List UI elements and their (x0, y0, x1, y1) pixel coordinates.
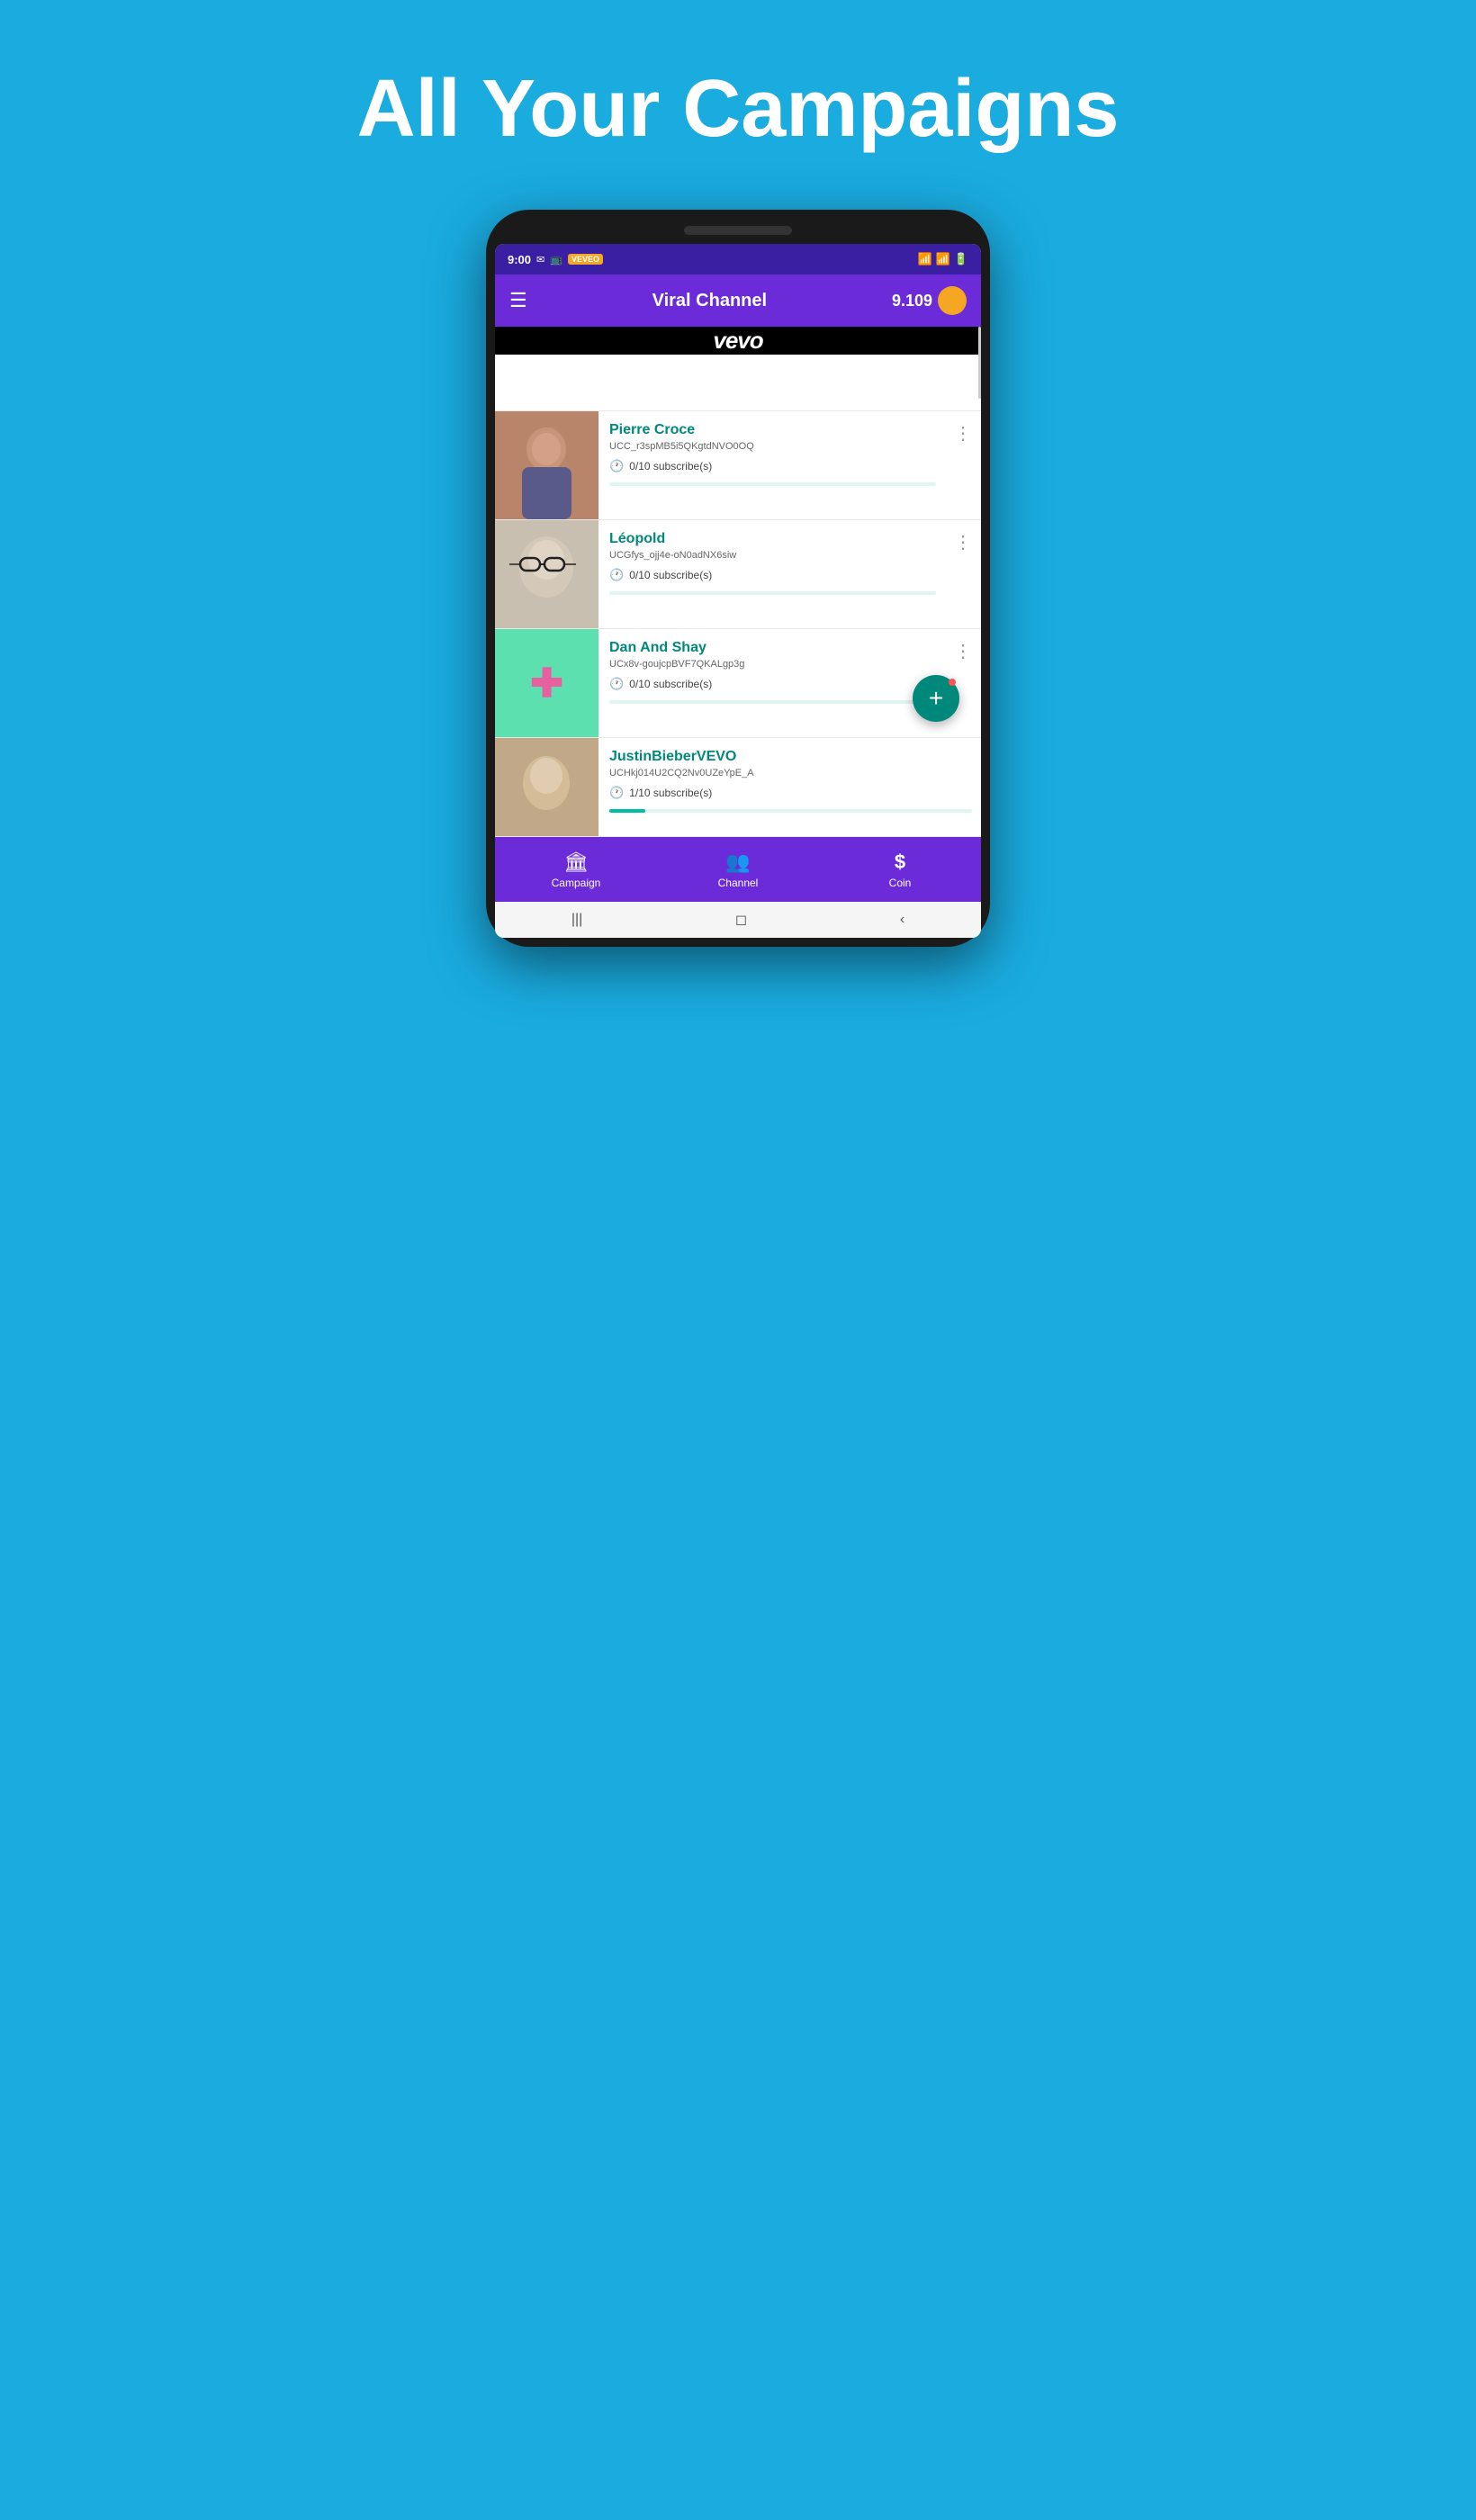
status-bar: 9:00 ✉ 📺 VEVEO 📶 📶 🔋 (495, 244, 981, 274)
twitch-icon: 📺 (550, 254, 562, 266)
campaign-subs: 1/10 subscribe(s) (629, 787, 712, 799)
status-time: 9:00 (508, 253, 531, 266)
campaign-channel-id: UCx8v-goujcpBVF7QKALgp3g (609, 659, 936, 670)
vevo-badge: VEVEO (568, 254, 603, 265)
campaign-info-danshay: Dan And Shay UCx8v-goujcpBVF7QKALgp3g 🕐 … (598, 629, 945, 737)
battery-icon: 🔋 (954, 252, 968, 266)
campaign-item[interactable]: JustinBieberVEVO UCHkj014U2CQ2Nv0UZeYpE_… (495, 738, 981, 837)
campaign-info-leopold: Léopold UCGfys_ojj4e-oN0adNX6siw 🕐 0/10 … (598, 520, 945, 628)
campaign-thumb-justin (495, 738, 598, 837)
app-bar: ☰ Viral Channel 9.109 (495, 274, 981, 327)
page-title: All Your Campaigns (0, 0, 1476, 210)
campaign-thumb-pierre (495, 411, 598, 519)
campaign-more-button[interactable]: ⋮ (945, 411, 981, 519)
campaign-channel-id: UCC_r3spMB5i5QKgtdNVO0OQ (609, 441, 936, 452)
clock-icon: 🕐 (609, 459, 624, 473)
campaign-list: vevo Vevo UC2pmfLm7iq6Ov1UwYrWYkZA 🕐 0/1… (495, 327, 981, 837)
campaign-info-justin: JustinBieberVEVO UCHkj014U2CQ2Nv0UZeYpE_… (598, 738, 981, 836)
android-recent-button[interactable]: ||| (572, 912, 582, 928)
phone-notch (684, 226, 792, 235)
phone-screen: 9:00 ✉ 📺 VEVEO 📶 📶 🔋 ☰ Viral Channel 9.1… (495, 244, 981, 938)
danshay-icon: ✚ (495, 629, 598, 737)
campaign-channel-id: UCGfys_ojj4e-oN0adNX6siw (609, 550, 936, 561)
campaign-item[interactable]: ✚ Dan And Shay UCx8v-goujcpBVF7QKALgp3g … (495, 629, 981, 738)
campaign-name: JustinBieberVEVO (609, 749, 972, 765)
campaign-name: Dan And Shay (609, 640, 936, 656)
phone-frame: 9:00 ✉ 📺 VEVEO 📶 📶 🔋 ☰ Viral Channel 9.1… (486, 210, 990, 947)
status-bar-left: 9:00 ✉ 📺 VEVEO (508, 253, 603, 266)
fab-plus-icon: + (929, 684, 943, 713)
scrollbar-thumb (978, 327, 981, 399)
campaign-item[interactable]: Léopold UCGfys_ojj4e-oN0adNX6siw 🕐 0/10 … (495, 520, 981, 629)
campaign-info-pierre: Pierre Croce UCC_r3spMB5i5QKgtdNVO0OQ 🕐 … (598, 411, 945, 519)
coin-nav-label: Coin (889, 877, 912, 889)
signal-icon: 📶 (936, 252, 950, 266)
app-bar-title: Viral Channel (652, 291, 767, 311)
campaign-progress-row: 🕐 0/10 subscribe(s) (609, 568, 936, 582)
coin-nav-icon: $ (895, 850, 905, 874)
mail-icon: ✉ (536, 254, 544, 266)
campaign-nav-icon: 🏛 (563, 850, 589, 874)
leopold-photo (495, 520, 598, 628)
wifi-icon: 📶 (917, 252, 932, 266)
campaign-subs: 0/10 subscribe(s) (629, 678, 712, 690)
status-bar-right: 📶 📶 🔋 (917, 252, 968, 266)
campaign-subs: 0/10 subscribe(s) (629, 569, 712, 581)
progress-bar-container (609, 700, 936, 704)
campaign-progress-row: 🕐 0/10 subscribe(s) (609, 677, 936, 691)
nav-item-coin[interactable]: $ Coin (819, 850, 981, 889)
campaign-item[interactable]: vevo Vevo UC2pmfLm7iq6Ov1UwYrWYkZA 🕐 0/1… (495, 327, 981, 411)
android-home-button[interactable]: ◻ (735, 911, 747, 929)
android-nav-bar: ||| ◻ ‹ (495, 902, 981, 938)
fab-notification-dot (949, 679, 956, 686)
campaign-more-button[interactable]: ⋮ (945, 520, 981, 628)
campaign-name: Léopold (609, 531, 936, 547)
campaign-thumb-danshay: ✚ (495, 629, 598, 737)
menu-icon[interactable]: ☰ (509, 289, 527, 312)
clock-icon: 🕐 (609, 677, 624, 691)
progress-bar-container (609, 809, 972, 813)
scrollbar-track (977, 327, 981, 837)
campaign-progress-row: 🕐 1/10 subscribe(s) (609, 786, 972, 800)
nav-item-campaign[interactable]: 🏛 Campaign (495, 850, 657, 889)
vevo-logo-text: vevo (713, 327, 762, 355)
coin-amount: 9.109 (892, 292, 932, 310)
campaign-progress-row: 🕐 0/10 subscribe(s) (609, 459, 936, 473)
nav-item-channel[interactable]: 👥 Channel (657, 850, 819, 889)
progress-bar-container (609, 482, 936, 486)
fab-add-button[interactable]: + (913, 675, 959, 722)
campaign-nav-label: Campaign (552, 877, 601, 889)
campaign-item[interactable]: Pierre Croce UCC_r3spMB5i5QKgtdNVO0OQ 🕐 … (495, 411, 981, 520)
campaign-thumb-leopold (495, 520, 598, 628)
campaign-channel-id: UCHkj014U2CQ2Nv0UZeYpE_A (609, 768, 972, 778)
plus-icon: ✚ (530, 661, 563, 706)
justin-photo (495, 738, 598, 837)
campaign-subs: 0/10 subscribe(s) (629, 460, 712, 472)
channel-nav-icon: 👥 (725, 850, 750, 874)
progress-bar-fill (609, 809, 645, 813)
pierre-photo (495, 411, 598, 519)
clock-icon: 🕐 (609, 786, 624, 800)
campaign-name: Pierre Croce (609, 422, 936, 438)
progress-bar-container (609, 591, 936, 595)
coin-icon (938, 286, 967, 315)
coin-display: 9.109 (892, 286, 967, 315)
campaign-thumb-vevo: vevo (495, 327, 981, 355)
phone-mockup: 9:00 ✉ 📺 VEVEO 📶 📶 🔋 ☰ Viral Channel 9.1… (0, 210, 1476, 947)
bottom-nav: 🏛 Campaign 👥 Channel $ Coin (495, 837, 981, 902)
android-back-button[interactable]: ‹ (900, 912, 904, 928)
clock-icon: 🕐 (609, 568, 624, 582)
channel-nav-label: Channel (718, 877, 759, 889)
